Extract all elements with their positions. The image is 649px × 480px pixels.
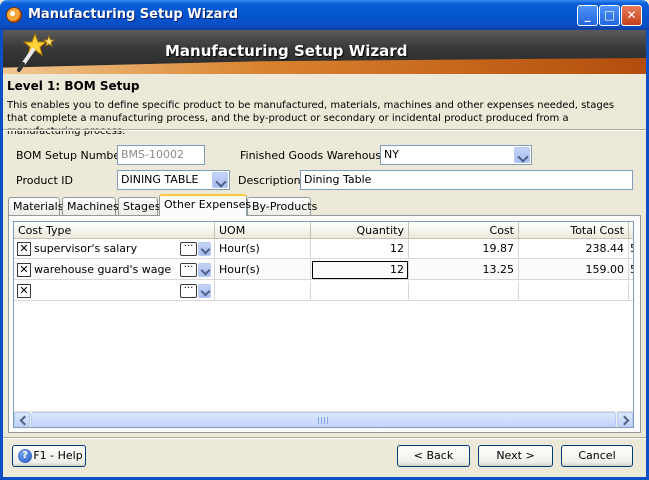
column-header-uom[interactable]: UOM [215, 222, 311, 239]
finished-goods-warehouse-label: Finished Goods Warehouse [240, 149, 388, 162]
chevron-down-icon[interactable] [198, 263, 211, 277]
tab-machines[interactable]: Machines [62, 197, 119, 216]
browse-button[interactable]: ··· [180, 263, 197, 277]
help-icon: ? [18, 449, 32, 463]
bom-setup-number-label: BOM Setup Number [16, 149, 125, 162]
quantity-cell[interactable]: 12 [311, 239, 409, 259]
scroll-left-button[interactable] [14, 412, 30, 427]
grid-header: Cost Type UOM Quantity Cost Total Cost [14, 222, 633, 239]
column-header-quantity[interactable]: Quantity [311, 222, 409, 239]
minimize-button[interactable]: _ [577, 5, 598, 26]
uom-cell[interactable]: Hour(s) [215, 239, 311, 259]
overflow-cell: 5 [629, 260, 633, 280]
browse-button[interactable]: ··· [180, 242, 197, 256]
horizontal-scrollbar[interactable] [14, 411, 633, 427]
total-cost-cell [519, 281, 629, 301]
delete-row-button[interactable]: ✕ [17, 242, 31, 256]
scroll-thumb[interactable] [31, 412, 616, 427]
product-id-dropdown[interactable]: DINING TABLE [117, 170, 230, 190]
tab-by-products[interactable]: By-Products [247, 197, 317, 216]
total-cost-cell: 159.00 [519, 260, 629, 280]
quantity-cell-selected[interactable]: 12 [311, 260, 409, 280]
title-bar[interactable]: Manufacturing Setup Wizard _ □ ✕ [0, 0, 649, 30]
tab-stages[interactable]: Stages [118, 197, 161, 216]
browse-button[interactable]: ··· [180, 284, 197, 298]
scroll-right-button[interactable] [617, 412, 633, 427]
bom-setup-number-field: BMS-10002 [117, 145, 205, 165]
next-button[interactable]: Next > [478, 445, 553, 467]
header-divider [3, 129, 646, 131]
back-button[interactable]: < Back [397, 445, 470, 467]
uom-cell[interactable] [215, 281, 311, 301]
product-id-value: DINING TABLE [121, 173, 199, 186]
column-header-total-cost[interactable]: Total Cost [519, 222, 629, 239]
overflow-cell: 5 [629, 239, 633, 259]
banner-title: Manufacturing Setup Wizard [165, 42, 408, 60]
column-header-cost[interactable]: Cost [409, 222, 519, 239]
level-description: This enables you to define specific prod… [7, 100, 615, 137]
chevron-down-icon[interactable] [198, 284, 211, 298]
cost-cell[interactable] [409, 281, 519, 301]
quantity-cell[interactable] [311, 281, 409, 301]
help-button-label: F1 - Help [33, 449, 83, 462]
scroll-grip-icon [318, 417, 328, 424]
tab-materials[interactable]: Materials [8, 197, 63, 216]
product-id-label: Product ID [16, 174, 73, 187]
help-button[interactable]: ? F1 - Help [12, 445, 86, 467]
footer-divider [3, 437, 646, 439]
wizard-banner: Manufacturing Setup Wizard [3, 30, 646, 74]
table-row[interactable]: supervisor's salary ✕ ··· Hour(s) 12 19.… [14, 239, 633, 259]
banner-swoosh [3, 58, 646, 74]
other-expenses-grid[interactable]: Cost Type UOM Quantity Cost Total Cost s… [13, 221, 634, 428]
magic-wand-icon [17, 32, 56, 72]
finished-goods-warehouse-dropdown[interactable]: NY [380, 145, 532, 165]
cost-cell[interactable]: 19.87 [409, 239, 519, 259]
description-field[interactable]: Dining Table [300, 170, 633, 190]
cost-cell[interactable]: 13.25 [409, 260, 519, 280]
chevron-down-icon[interactable] [198, 242, 211, 256]
level-title: Level 1: BOM Setup [7, 79, 140, 93]
app-icon[interactable] [6, 7, 22, 23]
chevron-down-icon[interactable] [212, 172, 228, 188]
close-button[interactable]: ✕ [621, 5, 642, 26]
finished-goods-warehouse-value: NY [384, 148, 399, 161]
cancel-button[interactable]: Cancel [561, 445, 633, 467]
uom-cell[interactable]: Hour(s) [215, 260, 311, 280]
table-row-new[interactable]: ✕ ··· [14, 281, 633, 301]
total-cost-cell: 238.44 [519, 239, 629, 259]
description-label: Description [238, 174, 301, 187]
tab-other-expenses[interactable]: Other Expenses [159, 194, 251, 216]
table-row[interactable]: warehouse guard's wage ✕ ··· Hour(s) 12 … [14, 260, 633, 280]
column-header-cost-type[interactable]: Cost Type [14, 222, 215, 239]
chevron-down-icon[interactable] [514, 147, 530, 163]
delete-row-button[interactable]: ✕ [17, 284, 31, 298]
maximize-button[interactable]: □ [599, 5, 620, 26]
window-title: Manufacturing Setup Wizard [28, 7, 239, 22]
delete-row-button[interactable]: ✕ [17, 263, 31, 277]
